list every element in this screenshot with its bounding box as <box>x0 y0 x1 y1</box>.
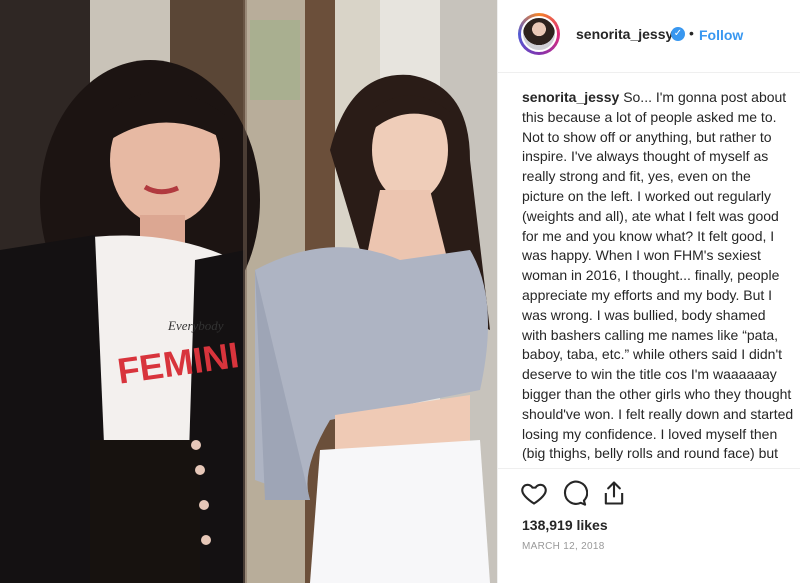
share-icon[interactable] <box>600 479 628 507</box>
post-side-panel: senorita_jessy ✓ • Follow senorita_jessy… <box>497 0 800 583</box>
like-count[interactable]: 138,919 likes <box>522 517 608 533</box>
caption: senorita_jessy So... I'm gonna post abou… <box>522 88 794 468</box>
before-after-photo: Everybody FEMINI <box>0 0 497 583</box>
avatar-story-ring[interactable] <box>518 13 560 55</box>
verified-badge-icon: ✓ <box>671 27 685 41</box>
post-actions: 138,919 likes March 12, 2018 <box>498 468 800 584</box>
caption-text: So... I'm gonna post about this because … <box>522 89 794 468</box>
caption-area[interactable]: senorita_jessy So... I'm gonna post abou… <box>522 88 794 468</box>
shirt-text-small: Everybody <box>167 318 224 333</box>
heart-icon[interactable] <box>520 479 548 507</box>
separator-dot: • <box>689 25 694 41</box>
avatar[interactable] <box>521 16 557 52</box>
post-date[interactable]: March 12, 2018 <box>522 541 605 552</box>
follow-button[interactable]: Follow <box>699 27 743 43</box>
post-photo[interactable]: Everybody FEMINI <box>0 0 497 583</box>
caption-username[interactable]: senorita_jessy <box>522 89 619 105</box>
header-username[interactable]: senorita_jessy <box>576 26 673 42</box>
post-header: senorita_jessy ✓ • Follow <box>498 0 800 73</box>
comment-icon[interactable] <box>560 479 589 507</box>
